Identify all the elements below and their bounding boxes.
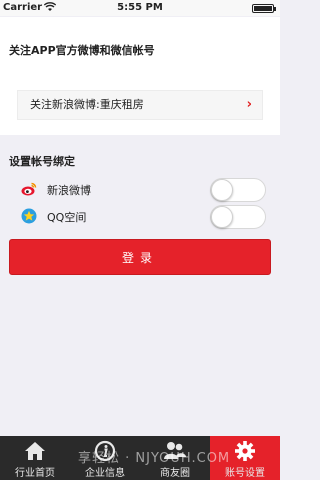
qzone-icon [21,208,37,224]
follow-panel: 关注APP官方微博和微信帐号 关注新浪微博:重庆租房 › [0,17,280,135]
weibo-icon [21,181,37,197]
tab-account-settings-label: 账号设置 [225,468,265,479]
gear-icon [233,440,257,462]
tab-home-label: 行业首页 [15,468,55,479]
qzone-account-label: QQ空间 [47,211,87,224]
qzone-toggle[interactable] [210,205,266,229]
follow-section-title: 关注APP官方微博和微信帐号 [9,44,155,57]
tab-home[interactable]: 行业首页 [0,436,70,480]
bind-row-weibo: 新浪微博 [0,178,280,202]
tab-company-info-label: 企业信息 [85,468,125,479]
status-time: 5:55 PM [117,2,163,13]
status-bar: Carrier 5:55 PM [0,0,280,16]
battery-icon [252,4,276,13]
tab-business-circle-label: 商友圈 [160,468,190,479]
follow-weibo-row[interactable]: 关注新浪微博:重庆租房 › [17,90,263,120]
follow-weibo-label: 关注新浪微博:重庆租房 [30,98,144,111]
weibo-toggle[interactable] [210,178,266,202]
chevron-right-icon: › [246,97,252,112]
login-button[interactable]: 登录 [9,239,271,275]
weibo-account-label: 新浪微博 [47,184,91,197]
bind-section-title: 设置帐号绑定 [9,155,75,168]
bind-row-qzone: QQ空间 [0,205,280,229]
home-icon [23,440,47,462]
watermark-text: 享轻松 · NJYOUH.COM [78,451,231,466]
